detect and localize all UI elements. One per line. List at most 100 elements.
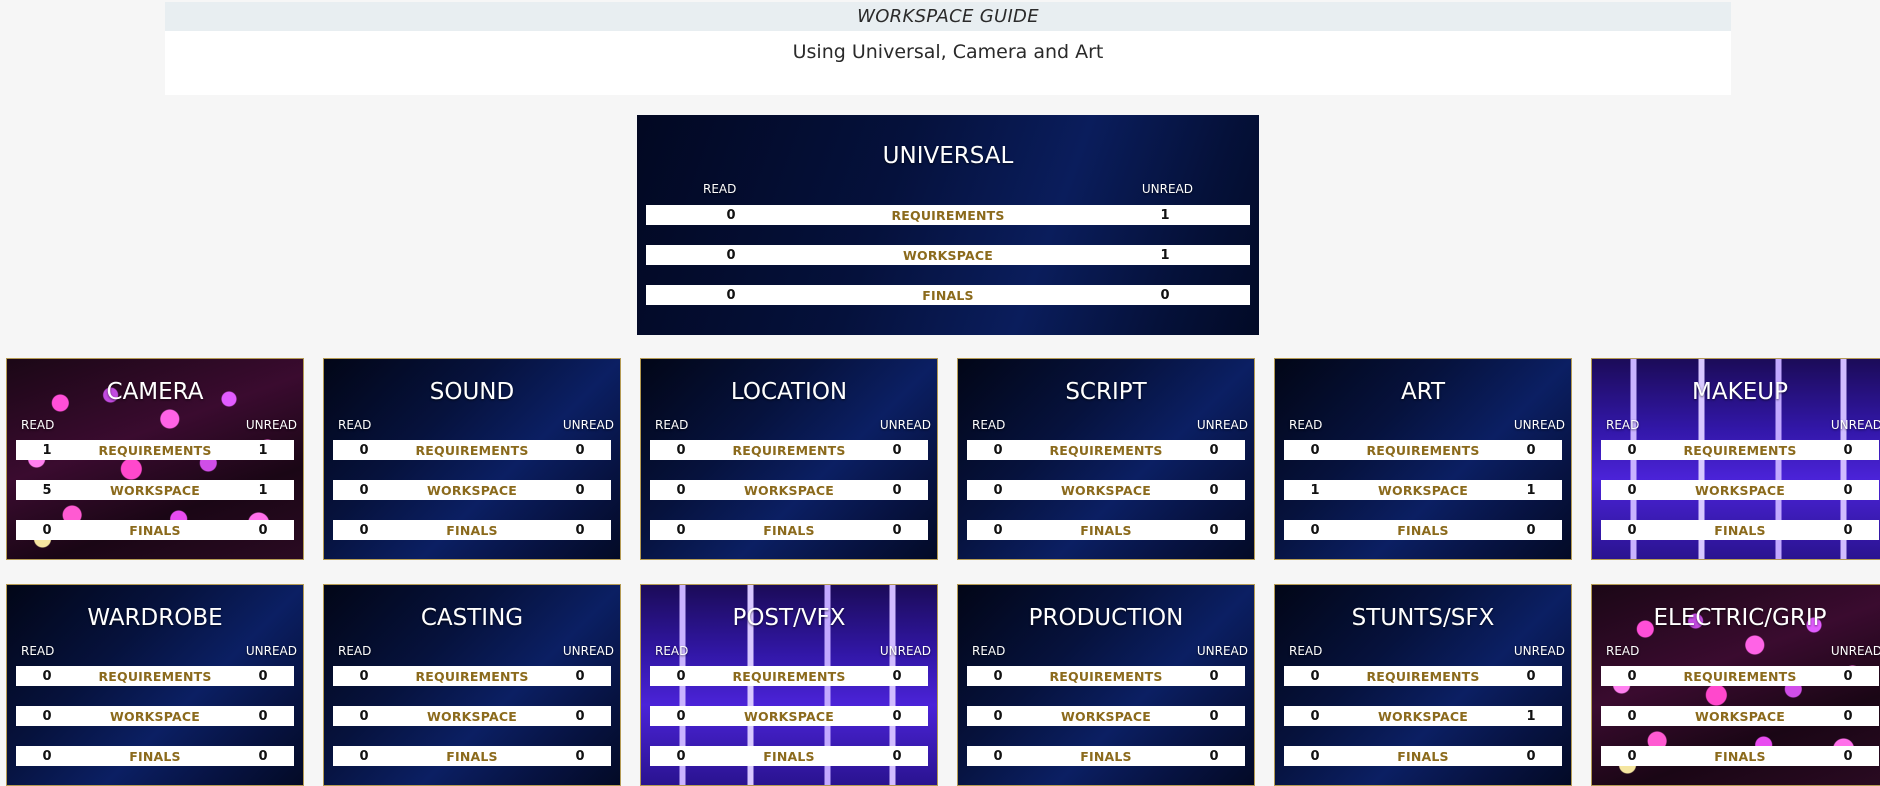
unread-column-label: UNREAD	[1513, 418, 1565, 432]
card-makeup[interactable]: MAKEUP READ UNREAD 0 REQUIREMENTS 0 0 WORKSPACE…	[1591, 358, 1880, 560]
card-production[interactable]: PRODUCTION READ UNREAD 0 REQUIREMENTS 0 0 WORKS…	[957, 584, 1255, 786]
read-count: 0	[42, 522, 52, 538]
unread-count: 0	[258, 708, 268, 724]
row-label: WORKSPACE	[110, 482, 200, 498]
read-count: 0	[676, 748, 686, 764]
row-label: WORKSPACE	[1061, 482, 1151, 498]
row-finals[interactable]: 0 FINALS 0	[650, 520, 928, 540]
row-finals[interactable]: 0 FINALS 0	[967, 746, 1245, 766]
unread-count: 1	[1160, 247, 1170, 263]
universal-row-finals[interactable]: 0 FINALS 0	[646, 285, 1250, 305]
card-location[interactable]: LOCATION READ UNREAD 0 REQUIREMENTS 0 0 WORKSPA…	[640, 358, 938, 560]
card-universal[interactable]: UNIVERSAL READ UNREAD 0 REQUIREMENTS 1 0…	[637, 115, 1259, 335]
row-finals[interactable]: 0 FINALS 0	[650, 746, 928, 766]
row-finals[interactable]: 0 FINALS 0	[1601, 520, 1879, 540]
row-requirements[interactable]: 0 REQUIREMENTS 0	[333, 440, 611, 460]
row-label: FINALS	[446, 748, 498, 764]
workspace-guide-body: Using Universal, Camera and Art	[165, 31, 1731, 95]
row-workspace[interactable]: 0 WORKSPACE 0	[967, 480, 1245, 500]
row-workspace[interactable]: 0 WORKSPACE 0	[333, 480, 611, 500]
read-column-label: READ	[703, 182, 737, 196]
read-count: 0	[1627, 748, 1637, 764]
unread-count: 0	[1843, 708, 1853, 724]
row-requirements[interactable]: 1 REQUIREMENTS 1	[16, 440, 294, 460]
read-count: 5	[42, 482, 52, 498]
row-label: REQUIREMENTS	[1366, 442, 1480, 458]
row-workspace[interactable]: 0 WORKSPACE 0	[16, 706, 294, 726]
row-requirements[interactable]: 0 REQUIREMENTS 0	[650, 440, 928, 460]
unread-count: 0	[258, 748, 268, 764]
row-label: WORKSPACE	[1695, 482, 1785, 498]
row-label: WORKSPACE	[1061, 708, 1151, 724]
unread-count: 0	[575, 482, 585, 498]
row-finals[interactable]: 0 FINALS 0	[333, 746, 611, 766]
read-count: 0	[1627, 708, 1637, 724]
read-count: 0	[993, 708, 1003, 724]
read-column-label: READ	[972, 418, 1006, 432]
read-count: 0	[1310, 522, 1320, 538]
row-workspace[interactable]: 0 WORKSPACE 0	[967, 706, 1245, 726]
row-requirements[interactable]: 0 REQUIREMENTS 0	[650, 666, 928, 686]
card-post-vfx[interactable]: POST/VFX READ UNREAD 0 REQUIREMENTS 0 0 WORKSPA…	[640, 584, 938, 786]
row-requirements[interactable]: 0 REQUIREMENTS 0	[1284, 440, 1562, 460]
read-count: 0	[1310, 668, 1320, 684]
row-requirements[interactable]: 0 REQUIREMENTS 0	[967, 440, 1245, 460]
card-casting[interactable]: CASTING READ UNREAD 0 REQUIREMENTS 0 0 WORKSPAC…	[323, 584, 621, 786]
card-wardrobe[interactable]: WARDROBE READ UNREAD 0 REQUIREMENTS 0 0 WORKSPA…	[6, 584, 304, 786]
read-column-label: READ	[21, 644, 55, 658]
row-workspace[interactable]: 0 WORKSPACE 0	[333, 706, 611, 726]
row-label: REQUIREMENTS	[1049, 442, 1163, 458]
unread-column-label: UNREAD	[1196, 644, 1248, 658]
card-script[interactable]: SCRIPT READ UNREAD 0 REQUIREMENTS 0 0 WORKSPACE…	[957, 358, 1255, 560]
row-finals[interactable]: 0 FINALS 0	[1284, 520, 1562, 540]
row-workspace[interactable]: 0 WORKSPACE 0	[650, 706, 928, 726]
card-title: PRODUCTION	[1028, 605, 1184, 631]
row-workspace[interactable]: 0 WORKSPACE 0	[1601, 706, 1879, 726]
card-camera[interactable]: CAMERA READ UNREAD 1 REQUIREMENTS 1 5 WORKSPACE…	[6, 358, 304, 560]
row-requirements[interactable]: 0 REQUIREMENTS 0	[16, 666, 294, 686]
row-workspace[interactable]: 1 WORKSPACE 1	[1284, 480, 1562, 500]
row-finals[interactable]: 0 FINALS 0	[16, 746, 294, 766]
read-count: 0	[42, 748, 52, 764]
row-finals[interactable]: 0 FINALS 0	[1284, 746, 1562, 766]
row-workspace[interactable]: 5 WORKSPACE 1	[16, 480, 294, 500]
row-label: FINALS	[763, 748, 815, 764]
row-requirements[interactable]: 0 REQUIREMENTS 0	[1601, 666, 1879, 686]
unread-count: 0	[1209, 482, 1219, 498]
row-label: FINALS	[446, 522, 498, 538]
unread-count: 0	[1843, 748, 1853, 764]
row-requirements[interactable]: 0 REQUIREMENTS 0	[1284, 666, 1562, 686]
row-finals[interactable]: 0 FINALS 0	[333, 520, 611, 540]
read-count: 0	[676, 708, 686, 724]
read-count: 0	[359, 708, 369, 724]
guide-title: WORKSPACE GUIDE	[857, 6, 1039, 27]
read-count: 0	[42, 708, 52, 724]
universal-row-requirements[interactable]: 0 REQUIREMENTS 1	[646, 205, 1250, 225]
read-count: 0	[42, 668, 52, 684]
row-workspace[interactable]: 0 WORKSPACE 0	[650, 480, 928, 500]
row-label: WORKSPACE	[427, 708, 517, 724]
row-finals[interactable]: 0 FINALS 0	[967, 520, 1245, 540]
card-sound[interactable]: SOUND READ UNREAD 0 REQUIREMENTS 0 0 WORKSPACE 0…	[323, 358, 621, 560]
card-stunts-sfx[interactable]: STUNTS/SFX READ UNREAD 0 REQUIREMENTS 0 0 WORKS…	[1274, 584, 1572, 786]
read-count: 0	[1310, 748, 1320, 764]
read-column-label: READ	[1289, 418, 1323, 432]
row-finals[interactable]: 0 FINALS 0	[16, 520, 294, 540]
unread-count: 1	[258, 482, 268, 498]
row-requirements[interactable]: 0 REQUIREMENTS 0	[333, 666, 611, 686]
row-requirements[interactable]: 0 REQUIREMENTS 0	[967, 666, 1245, 686]
row-label: FINALS	[922, 287, 974, 303]
read-count: 0	[676, 668, 686, 684]
card-art[interactable]: ART READ UNREAD 0 REQUIREMENTS 0 1 WORKSPACE 1 0 F…	[1274, 358, 1572, 560]
row-workspace[interactable]: 0 WORKSPACE 0	[1601, 480, 1879, 500]
read-count: 0	[1627, 482, 1637, 498]
row-finals[interactable]: 0 FINALS 0	[1601, 746, 1879, 766]
read-count: 0	[993, 522, 1003, 538]
card-electric-grip[interactable]: ELECTRIC/GRIP READ UNREAD 0 REQUIREMENTS 0 0 WO…	[1591, 584, 1880, 786]
row-requirements[interactable]: 0 REQUIREMENTS 0	[1601, 440, 1879, 460]
unread-count: 0	[1843, 668, 1853, 684]
card-title: SOUND	[429, 379, 515, 405]
read-column-label: READ	[972, 644, 1006, 658]
universal-row-workspace[interactable]: 0 WORKSPACE 1	[646, 245, 1250, 265]
row-workspace[interactable]: 0 WORKSPACE 1	[1284, 706, 1562, 726]
